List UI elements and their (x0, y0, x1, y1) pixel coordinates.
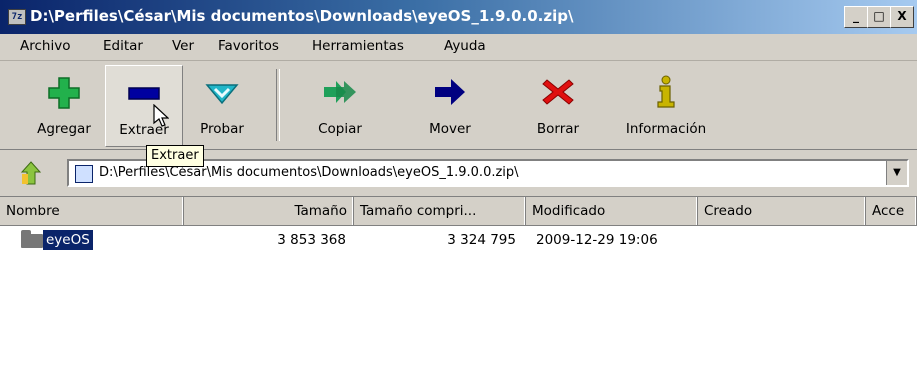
info-label: Información (625, 121, 707, 137)
archive-icon (75, 165, 93, 183)
file-modified: 2009-12-29 19:06 (536, 232, 658, 248)
delete-label: Borrar (536, 121, 580, 137)
column-header-modified[interactable]: Modificado (526, 197, 698, 225)
add-label: Agregar (37, 121, 91, 137)
close-button[interactable]: X (890, 6, 914, 28)
title-bar[interactable]: 7z D:\Perfiles\César\Mis documentos\Down… (0, 0, 917, 34)
check-icon (205, 84, 239, 105)
delete-button[interactable]: Borrar (518, 65, 598, 145)
address-path[interactable]: D:\Perfiles\César\Mis documentos\Downloa… (99, 165, 519, 180)
file-size: 3 853 368 (277, 232, 346, 248)
minimize-button[interactable]: _ (844, 6, 868, 28)
chevron-down-icon: ▼ (893, 167, 901, 178)
column-header-packed-size[interactable]: Tamaño compri... (354, 197, 526, 225)
list-header: Nombre Tamaño Tamaño compri... Modificad… (0, 197, 917, 226)
7zip-app-icon[interactable]: 7z (8, 9, 26, 25)
double-arrow-icon (324, 81, 356, 103)
info-button[interactable]: Información (616, 65, 716, 145)
address-bar: D:\Perfiles\César\Mis documentos\Downloa… (0, 150, 917, 197)
menu-ver[interactable]: Ver (172, 38, 194, 54)
menu-herramientas[interactable]: Herramientas (312, 38, 404, 54)
copy-label: Copiar (318, 121, 362, 137)
extract-button[interactable]: Extraer (105, 65, 183, 147)
extract-label: Extraer (119, 122, 169, 138)
folder-icon (21, 230, 43, 248)
menu-ayuda[interactable]: Ayuda (444, 38, 486, 54)
menu-editar[interactable]: Editar (103, 38, 143, 54)
table-row[interactable]: eyeOS 3 853 368 3 324 795 2009-12-29 19:… (0, 229, 917, 251)
column-header-created[interactable]: Creado (698, 197, 866, 225)
file-name-selected[interactable]: eyeOS (43, 230, 93, 250)
column-header-size[interactable]: Tamaño (184, 197, 354, 225)
address-dropdown-button[interactable]: ▼ (886, 161, 907, 185)
x-icon (542, 79, 574, 105)
menu-bar: Archivo Editar Ver Favoritos Herramienta… (0, 34, 917, 61)
add-button[interactable]: Agregar (28, 65, 100, 145)
plus-icon (48, 77, 80, 109)
move-button[interactable]: Mover (410, 65, 490, 145)
menu-favoritos[interactable]: Favoritos (218, 38, 279, 54)
file-packed-size: 3 324 795 (447, 232, 516, 248)
test-label: Probar (200, 121, 244, 137)
maximize-button[interactable]: □ (867, 6, 891, 28)
column-header-accessed[interactable]: Acce (866, 197, 917, 225)
toolbar: Agregar Extraer Probar Copiar Mover Borr… (0, 61, 917, 150)
copy-button[interactable]: Copiar (300, 65, 380, 145)
file-list[interactable]: Nombre Tamaño Tamaño compri... Modificad… (0, 197, 917, 378)
column-header-name[interactable]: Nombre (0, 197, 184, 225)
menu-archivo[interactable]: Archivo (20, 38, 70, 54)
mouse-cursor-icon (153, 104, 169, 127)
window-title: D:\Perfiles\César\Mis documentos\Downloa… (30, 7, 574, 25)
up-folder-icon[interactable] (18, 160, 44, 186)
test-button[interactable]: Probar (186, 65, 258, 145)
info-icon (657, 75, 675, 108)
extract-tooltip: Extraer (146, 145, 204, 167)
toolbar-separator (276, 69, 280, 141)
move-label: Mover (429, 121, 471, 137)
arrow-right-icon (435, 79, 465, 105)
